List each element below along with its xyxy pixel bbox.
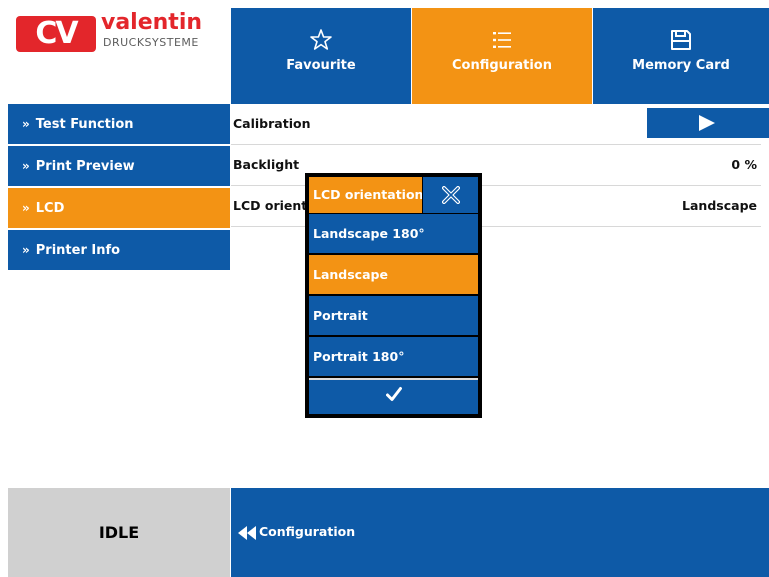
setting-row-calibration: Calibration xyxy=(231,104,769,145)
setting-value: 0 % xyxy=(731,157,757,172)
brand-name: valentin xyxy=(101,10,203,35)
status-indicator: IDLE xyxy=(8,488,230,577)
close-icon xyxy=(442,186,460,204)
footer-bar: Configuration xyxy=(231,488,769,577)
sidebar-item-label: LCD xyxy=(35,201,65,216)
lcd-orientation-dialog: LCD orientation Landscape 180° Landscape… xyxy=(305,173,482,418)
brand-subtitle: DRUCKSYSTEME xyxy=(103,36,199,49)
setting-label: Calibration xyxy=(233,116,311,131)
play-icon xyxy=(699,115,715,131)
printer-ui-screen: CV valentin DRUCKSYSTEME Favourite Confi… xyxy=(0,0,769,577)
star-outline-icon xyxy=(310,29,332,50)
double-chevron-right-icon: » xyxy=(22,243,30,257)
double-arrow-left-icon xyxy=(238,525,256,540)
favourite-tile[interactable]: Favourite xyxy=(231,8,411,104)
memory-card-label: Memory Card xyxy=(632,58,730,73)
back-button-label: Configuration xyxy=(259,524,356,539)
dialog-close-button[interactable] xyxy=(423,177,478,213)
option-portrait[interactable]: Portrait xyxy=(309,296,478,335)
setting-label: Backlight xyxy=(233,157,300,172)
configuration-label: Configuration xyxy=(452,58,552,73)
dialog-title: LCD orientation xyxy=(309,177,422,213)
check-icon xyxy=(386,387,402,401)
sidebar-item-label: Print Preview xyxy=(35,159,135,174)
brand-logo: CV valentin DRUCKSYSTEME xyxy=(8,8,230,104)
sidebar-item-label: Printer Info xyxy=(35,243,121,258)
option-landscape-180[interactable]: Landscape 180° xyxy=(309,214,478,253)
favourite-label: Favourite xyxy=(286,58,356,73)
sidebar-item-print-preview[interactable]: » Print Preview xyxy=(8,146,230,187)
double-chevron-right-icon: » xyxy=(22,201,30,215)
sidebar-item-lcd[interactable]: » LCD xyxy=(8,188,230,229)
option-portrait-180[interactable]: Portrait 180° xyxy=(309,337,478,376)
dialog-confirm-button[interactable] xyxy=(309,378,478,414)
top-bar: CV valentin DRUCKSYSTEME Favourite Confi… xyxy=(0,0,769,104)
calibration-start-button[interactable] xyxy=(647,108,769,138)
back-button[interactable]: Configuration xyxy=(237,524,355,541)
sidebar: » Test Function » Print Preview » LCD » Prin… xyxy=(8,104,230,488)
list-icon xyxy=(493,32,511,48)
double-chevron-right-icon: » xyxy=(22,159,30,173)
memory-card-tile[interactable]: Memory Card xyxy=(593,8,769,104)
sidebar-item-test-function[interactable]: » Test Function xyxy=(8,104,230,145)
setting-value: Landscape xyxy=(682,198,757,213)
configuration-tile[interactable]: Configuration xyxy=(412,8,592,104)
setting-label: LCD orient xyxy=(233,198,308,213)
sidebar-item-label: Test Function xyxy=(35,117,134,132)
floppy-icon xyxy=(671,30,691,50)
option-landscape[interactable]: Landscape xyxy=(309,255,478,294)
sidebar-item-printer-info[interactable]: » Printer Info xyxy=(8,230,230,271)
double-chevron-right-icon: » xyxy=(22,117,30,131)
brand-mark: CV xyxy=(16,16,96,52)
